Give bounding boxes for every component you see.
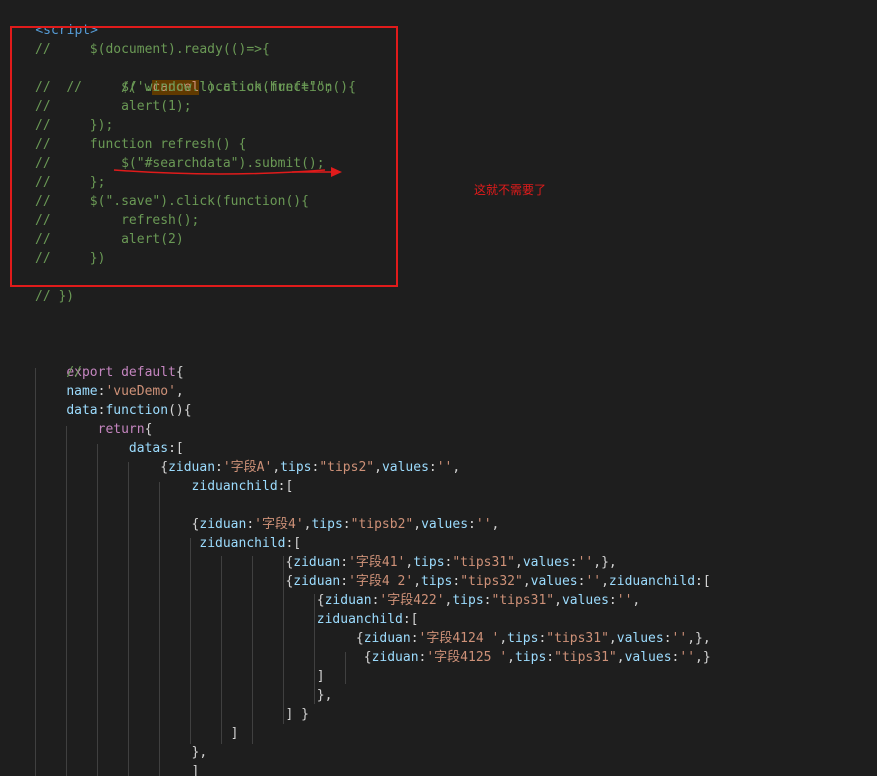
code-line-comment-8: // }; [35,175,106,190]
code-line-comment-12: // }) [35,251,106,266]
code-line-close-4: ] [35,726,239,741]
code-line-comment-end: // }) [35,289,75,304]
code-line-ziduan-a: {ziduan:'字段A',tips:"tips2",values:'', [160,460,461,475]
code-line-comment-4: // alert(1); [35,99,192,114]
punc-brace: { [175,365,184,380]
code-line-close-1: ] [35,669,325,684]
annotation-note: 这就不需要了 [474,183,547,197]
code-line-comment-10: // refresh(); [35,213,200,228]
code-line-close-2: }, [35,688,333,703]
code-line-export: export default{ [35,344,183,380]
code-line-close-3: ] } [35,707,309,722]
code-line-close-6: ] [35,764,200,776]
code-line-comment-5: // }); [35,118,114,133]
code-line-export-comment: // [35,365,82,380]
code-line-return: return{ [97,422,153,437]
script-tag-text: <script> [35,23,98,38]
code-line-ziduanchild-a: ziduanchild:[ [191,479,294,494]
code-editor[interactable]: <script> // $(document).ready(()=>{ // $… [0,0,877,776]
code-line-close-5: }, [35,745,208,760]
code-line-ziduan-4124: {ziduan:'字段4124 ',tips:"tips31",values:'… [355,631,711,646]
code-line-ziduan-4125: {ziduan:'字段4125 ',tips:"tips31",values:'… [363,650,711,665]
code-line-ziduan-4: {ziduan:'字段4',tips:"tipsb2",values:'', [191,517,500,532]
code-line-comment-11: // alert(2) [35,232,184,247]
keyword-export: export default [66,365,176,380]
code-line-comment-6: // function refresh() { [35,137,247,152]
code-line-comment-9: // $(".save").click(function(){ [35,194,309,209]
code-line-data: data:function(){ [66,403,192,418]
code-line-comment-1: // $(document).ready(()=>{ [35,42,270,57]
code-line-ziduan-422: {ziduan:'字段422',tips:"tips31",values:'', [316,593,641,608]
code-line-ziduanchild-422: ziduanchild:[ [316,612,419,627]
code-line-comment-2: // $('.cancel').click(function(){ [35,59,356,95]
script-open-tag: <script> [4,2,98,38]
code-line-comment-3: // // window.location.href=""; [35,80,333,95]
code-line-comment-7: // $("#searchdata").submit(); [35,156,325,171]
code-line-name: name:'vueDemo', [66,384,184,399]
code-line-ziduan-41: {ziduan:'字段41',tips:"tips31",values:'',}… [285,555,617,570]
code-line-datas: datas:[ [128,441,184,456]
code-line-ziduanchild-4: ziduanchild:[ [199,536,302,551]
code-line-ziduan-42: {ziduan:'字段4 2',tips:"tips32",values:'',… [285,574,711,589]
